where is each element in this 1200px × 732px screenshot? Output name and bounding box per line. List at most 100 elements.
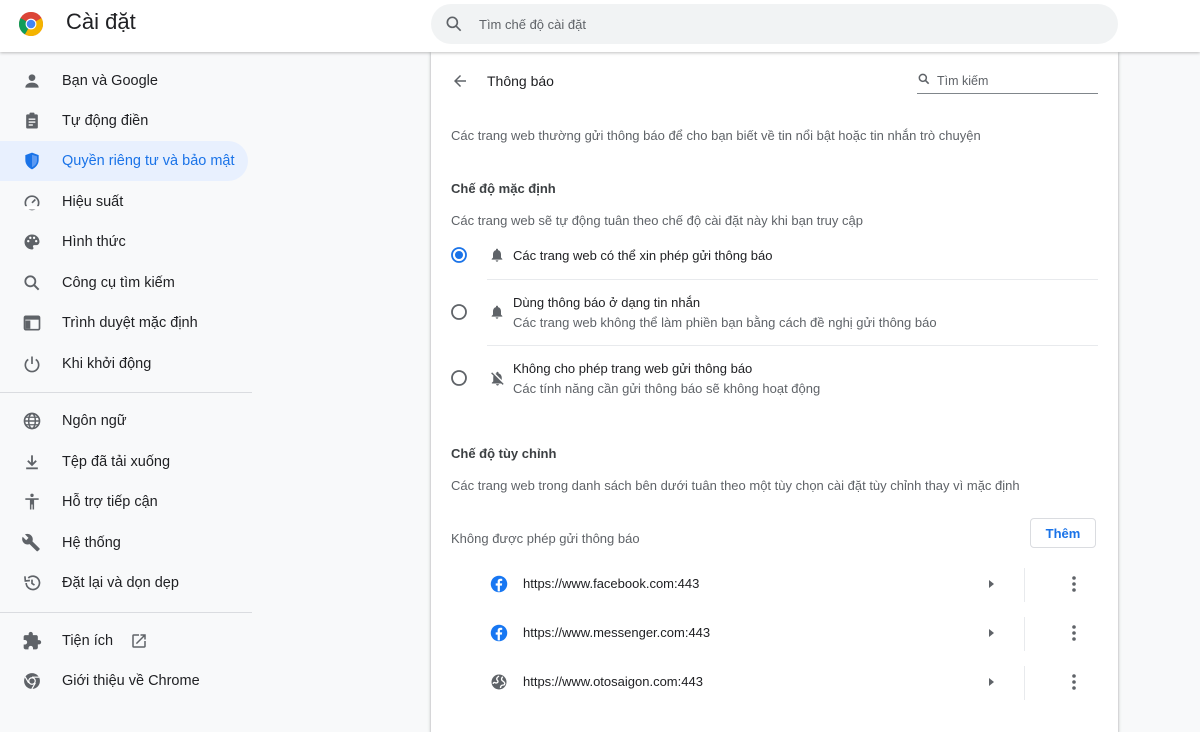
arrow-back-icon [454, 75, 466, 87]
bell-off-icon [488, 369, 506, 387]
custom-section-description: Các trang web trong danh sách bên dưới t… [451, 478, 1020, 493]
sidebar-item-search-engine[interactable]: Công cụ tìm kiếm [0, 263, 248, 303]
site-details-arrow[interactable] [984, 626, 998, 640]
speedometer-icon [21, 192, 43, 212]
option-divider [487, 345, 1098, 346]
sidebar-nav: Bạn và Google Tự động điền Quyền riêng t… [0, 52, 252, 723]
sidebar-item-label: Hệ thống [62, 535, 121, 551]
palette-icon [21, 232, 43, 252]
sidebar-item-label: Hiệu suất [62, 194, 124, 210]
sidebar-item-label: Công cụ tìm kiếm [62, 275, 175, 291]
default-section-title: Chế độ mặc định [451, 181, 556, 196]
more-actions-button[interactable] [1064, 672, 1084, 692]
option-description: Các tính năng cần gửi thông báo sẽ không… [513, 381, 821, 396]
facebook-icon [490, 575, 508, 593]
power-icon [21, 354, 43, 374]
download-icon [21, 452, 43, 472]
option-label: Không cho phép trang web gửi thông báo [513, 361, 753, 376]
arrow-right-icon [989, 580, 994, 588]
notifications-settings-card: Thông báo Các trang web thường gửi thông… [431, 52, 1118, 732]
person-icon [21, 71, 43, 91]
browser-icon [21, 313, 43, 333]
sidebar-item-system[interactable]: Hệ thống [0, 523, 248, 563]
open-in-new-icon [130, 632, 148, 655]
sidebar-item-label: Tự động điền [62, 113, 149, 129]
clipboard-icon [21, 111, 43, 131]
search-icon [21, 273, 43, 293]
settings-search-box[interactable] [431, 4, 1118, 44]
accessibility-icon [21, 492, 43, 512]
restore-icon [21, 573, 43, 593]
add-site-button[interactable]: Thêm [1030, 518, 1096, 548]
search-icon [917, 72, 931, 91]
row-divider [1024, 617, 1025, 651]
sidebar-item-label: Trình duyệt mặc định [62, 315, 198, 331]
sidebar-item-label: Tiện ích [62, 633, 114, 649]
sidebar-item-downloads[interactable]: Tệp đã tải xuống [0, 442, 248, 482]
site-url: https://www.facebook.com:443 [523, 576, 700, 591]
sidebar-item-reset[interactable]: Đặt lại và dọn dẹp [0, 563, 248, 603]
site-row-otosaigon: https://www.otosaigon.com:443 [487, 658, 1098, 706]
site-row-facebook: https://www.facebook.com:443 [487, 560, 1098, 608]
option-label: Các trang web có thể xin phép gửi thông … [513, 248, 773, 263]
sidebar-item-label: Đặt lại và dọn dẹp [62, 575, 179, 591]
more-vert-icon [1072, 625, 1076, 641]
option-divider [487, 279, 1098, 280]
more-vert-icon [1072, 674, 1076, 690]
sidebar-item-label: Khi khởi động [62, 356, 152, 372]
chrome-icon [21, 671, 43, 691]
sidebar-item-about-chrome[interactable]: Giới thiệu về Chrome [0, 661, 248, 701]
sidebar-item-label: Giới thiệu về Chrome [62, 673, 200, 689]
sidebar-item-extensions[interactable]: Tiện ích [0, 621, 248, 661]
sidebar-item-accessibility[interactable]: Hỗ trợ tiếp cận [0, 482, 248, 522]
subpage-search-input[interactable] [935, 73, 1094, 89]
globe-icon [21, 411, 43, 431]
bell-icon [488, 246, 506, 264]
site-url: https://www.messenger.com:443 [523, 625, 711, 640]
back-button[interactable] [449, 70, 471, 92]
sidebar-item-label: Hỗ trợ tiếp cận [62, 494, 158, 510]
sidebar-item-autofill[interactable]: Tự động điền [0, 101, 248, 141]
sidebar-item-languages[interactable]: Ngôn ngữ [0, 401, 248, 441]
radio-allow-ask[interactable] [451, 247, 467, 263]
sidebar-divider [0, 612, 252, 613]
radio-block[interactable] [451, 370, 467, 386]
more-vert-icon [1072, 576, 1076, 592]
more-actions-button[interactable] [1064, 574, 1084, 594]
sidebar-item-you-and-google[interactable]: Bạn và Google [0, 61, 248, 101]
site-details-arrow[interactable] [984, 675, 998, 689]
option-label: Dùng thông báo ở dạng tin nhắn [513, 295, 701, 310]
puzzle-icon [21, 631, 43, 651]
site-row-messenger: https://www.messenger.com:443 [487, 609, 1098, 657]
facebook-icon [490, 624, 508, 642]
sidebar-item-on-startup[interactable]: Khi khởi động [0, 344, 248, 384]
subpage-title: Thông báo [487, 73, 554, 89]
intro-text: Các trang web thường gửi thông báo để ch… [451, 128, 981, 143]
sidebar-item-appearance[interactable]: Hình thức [0, 222, 248, 262]
sidebar-item-performance[interactable]: Hiệu suất [0, 182, 248, 222]
default-section-description: Các trang web sẽ tự động tuân theo chế đ… [451, 213, 863, 228]
wrench-icon [21, 533, 43, 553]
top-bar: Cài đặt [0, 0, 1200, 52]
blocked-list-label: Không được phép gửi thông báo [451, 531, 640, 546]
sidebar-item-label: Hình thức [62, 234, 126, 250]
arrow-right-icon [989, 629, 994, 637]
subpage-search-box[interactable] [917, 69, 1098, 94]
site-details-arrow[interactable] [984, 577, 998, 591]
sidebar-item-privacy-security[interactable]: Quyền riêng tư và bảo mật [0, 141, 248, 181]
sidebar-divider [0, 392, 252, 393]
site-url: https://www.otosaigon.com:443 [523, 674, 703, 689]
sidebar-item-label: Quyền riêng tư và bảo mật [62, 153, 235, 169]
sidebar-item-label: Ngôn ngữ [62, 413, 127, 429]
more-actions-button[interactable] [1064, 623, 1084, 643]
sidebar-item-default-browser[interactable]: Trình duyệt mặc định [0, 303, 248, 343]
option-description: Các trang web không thể làm phiền bạn bằ… [513, 315, 937, 330]
row-divider [1024, 666, 1025, 700]
globe-icon [491, 674, 507, 690]
custom-section-title: Chế độ tùy chỉnh [451, 446, 557, 461]
settings-search-input[interactable] [477, 15, 1081, 33]
search-icon [444, 14, 464, 34]
radio-quiet-messaging[interactable] [451, 304, 467, 320]
chrome-logo-icon [19, 12, 43, 36]
arrow-right-icon [989, 678, 994, 686]
